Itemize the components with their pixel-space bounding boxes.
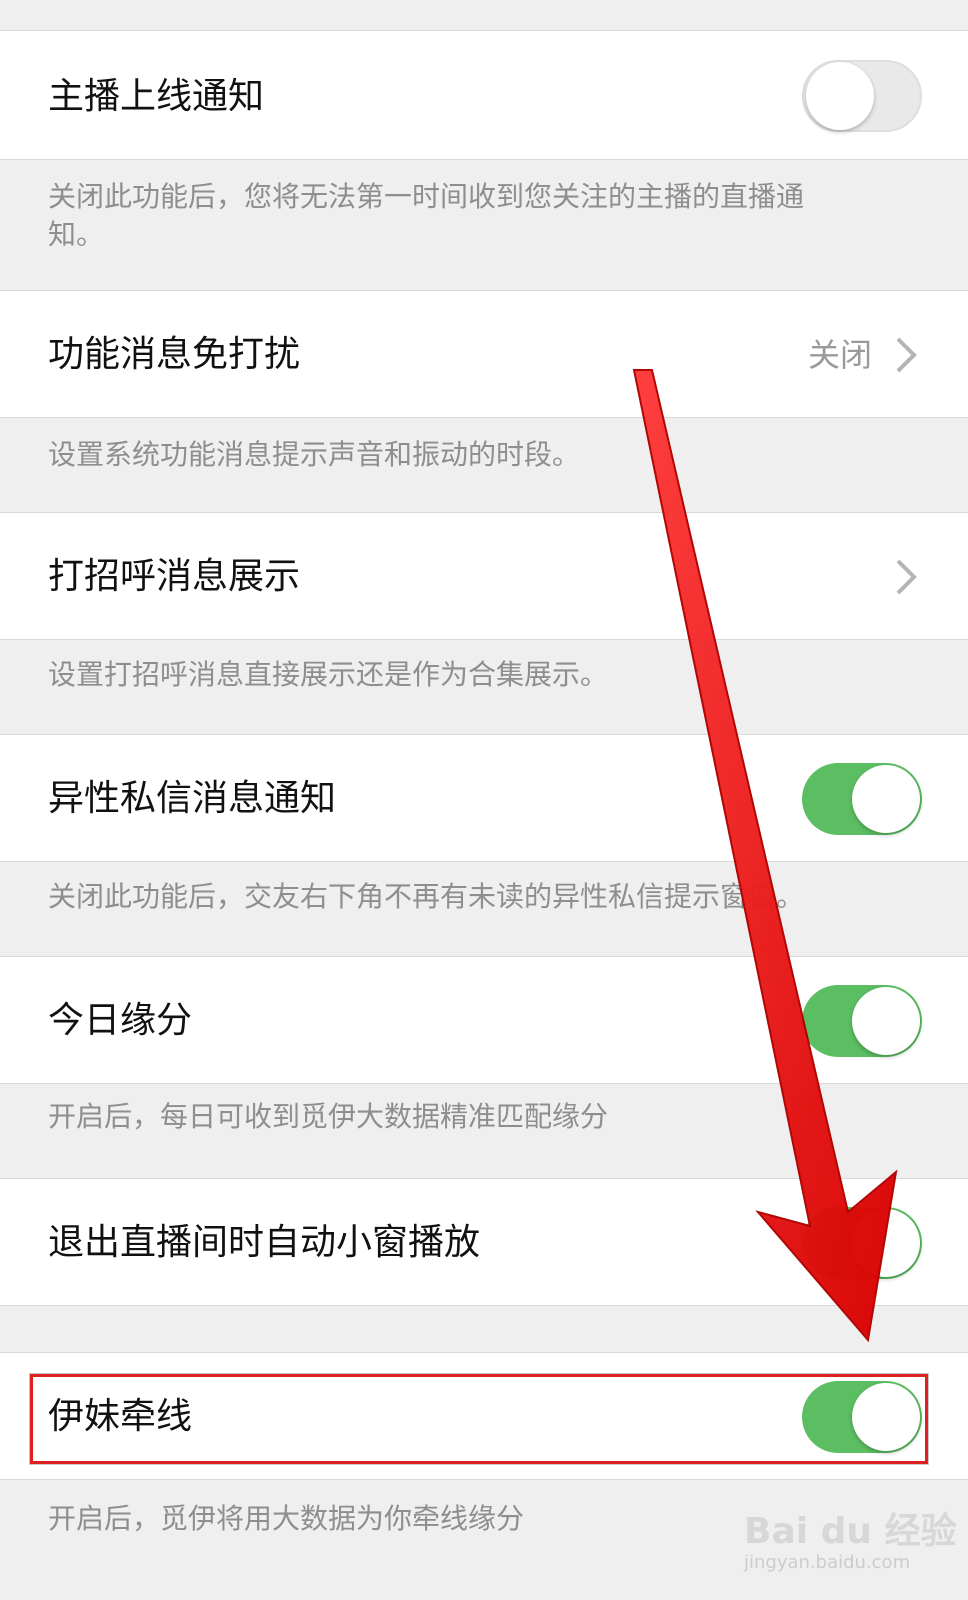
setting-description: 设置打招呼消息直接展示还是作为合集展示。 <box>48 658 609 691</box>
setting-label: 今日缘分 <box>48 1000 193 1041</box>
top-divider <box>0 0 968 28</box>
streamer-online-notify-toggle[interactable] <box>802 60 922 132</box>
toggle-knob <box>852 765 920 833</box>
setting-label: 退出直播间时自动小窗播放 <box>48 1222 481 1263</box>
setting-row-greeting-display[interactable]: 打招呼消息展示 <box>0 512 968 640</box>
setting-row-streamer-online-notify[interactable]: 主播上线通知 <box>0 30 968 160</box>
chevron-right-icon <box>896 559 917 595</box>
baidu-jingyan-watermark: Bai du 经验 jingyan.baidu.com <box>744 1502 957 1573</box>
setting-description: 开启后，每日可收到觅伊大数据精准匹配缘分 <box>48 1100 609 1133</box>
toggle-knob <box>852 1209 920 1277</box>
setting-label: 打招呼消息展示 <box>48 556 301 597</box>
setting-row-opposite-sex-message[interactable]: 异性私信消息通知 <box>0 734 968 862</box>
highlight-box <box>29 1373 929 1465</box>
setting-row-daily-match[interactable]: 今日缘分 <box>0 956 968 1084</box>
setting-description: 设置系统功能消息提示声音和振动的时段。 <box>48 438 581 471</box>
setting-description: 关闭此功能后，您将无法第一时间收到您关注的主播的直播通知。 <box>48 180 805 251</box>
daily-match-toggle[interactable] <box>802 985 922 1057</box>
setting-row-auto-mini-window[interactable]: 退出直播间时自动小窗播放 <box>0 1178 968 1306</box>
watermark-url: jingyan.baidu.com <box>744 1552 911 1573</box>
toggle-knob <box>806 62 874 130</box>
chevron-right-icon <box>896 337 917 373</box>
setting-label: 主播上线通知 <box>48 76 265 117</box>
toggle-knob <box>852 987 920 1055</box>
opposite-sex-message-toggle[interactable] <box>802 763 922 835</box>
setting-row-function-dnd[interactable]: 功能消息免打扰 关闭 <box>0 290 968 418</box>
setting-label: 异性私信消息通知 <box>48 778 337 819</box>
setting-description: 关闭此功能后，交友右下角不再有未读的异性私信提示窗口。 <box>48 880 805 913</box>
auto-mini-window-toggle[interactable] <box>802 1207 922 1279</box>
watermark-brand: Bai du 经验 <box>744 1511 957 1552</box>
setting-description: 开启后，觅伊将用大数据为你牵线缘分 <box>48 1502 525 1535</box>
setting-label: 功能消息免打扰 <box>48 334 301 375</box>
setting-value: 关闭 <box>807 336 872 374</box>
